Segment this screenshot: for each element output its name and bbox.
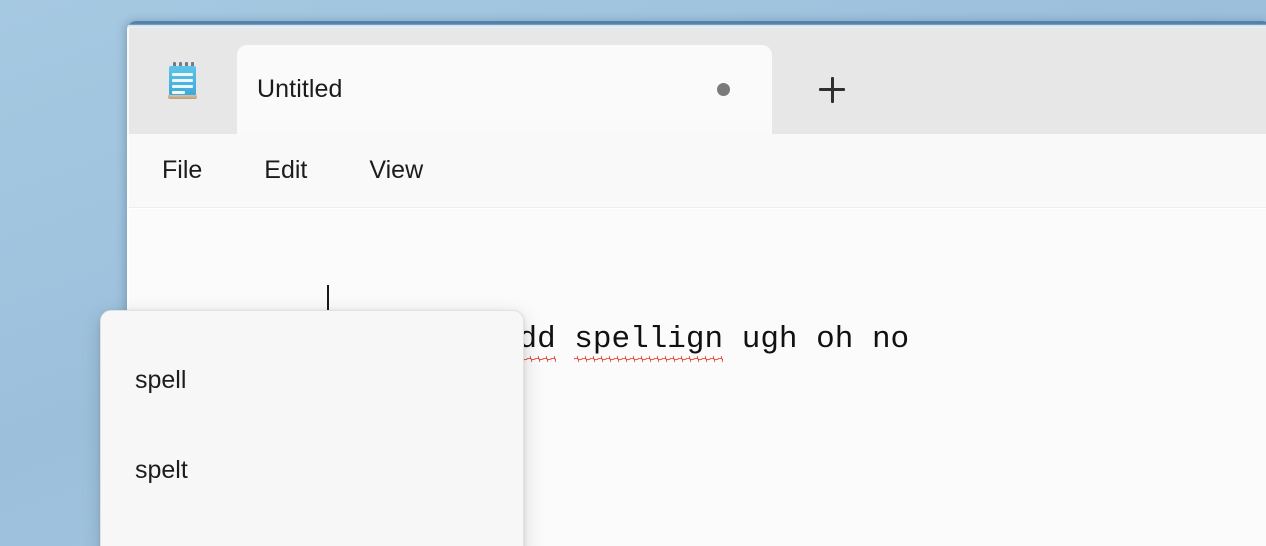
menu-item-edit[interactable]: Edit: [262, 152, 309, 189]
text-segment-space: [556, 322, 575, 357]
tab-strip: Untitled: [127, 28, 1266, 134]
tab-untitled[interactable]: Untitled: [237, 45, 772, 134]
suggestion-item-spell[interactable]: spell: [101, 335, 523, 425]
misspelled-word-spellign[interactable]: spellign: [574, 322, 723, 357]
suggestions-top-padding: [101, 311, 523, 335]
notepad-icon: [167, 62, 198, 100]
menu-bar: File Edit View: [127, 134, 1266, 208]
screen: Untitled File Edit View spel is hardd sp…: [0, 0, 1266, 546]
app-icon-slot: [127, 28, 237, 134]
suggestion-item-spelt[interactable]: spelt: [101, 425, 523, 515]
text-segment-tail: ugh oh no: [723, 322, 910, 357]
unsaved-dot-icon[interactable]: [717, 83, 730, 96]
window-accent-highlight: [127, 25, 1266, 28]
menu-item-file[interactable]: File: [160, 152, 204, 189]
new-tab-button[interactable]: [772, 45, 892, 134]
plus-icon-vertical: [830, 76, 834, 103]
spelling-suggestions-menu[interactable]: spell spelt spiel: [100, 310, 524, 546]
suggestion-item-spiel[interactable]: spiel: [101, 515, 523, 546]
menu-item-view[interactable]: View: [367, 152, 425, 189]
tab-title: Untitled: [257, 75, 343, 103]
